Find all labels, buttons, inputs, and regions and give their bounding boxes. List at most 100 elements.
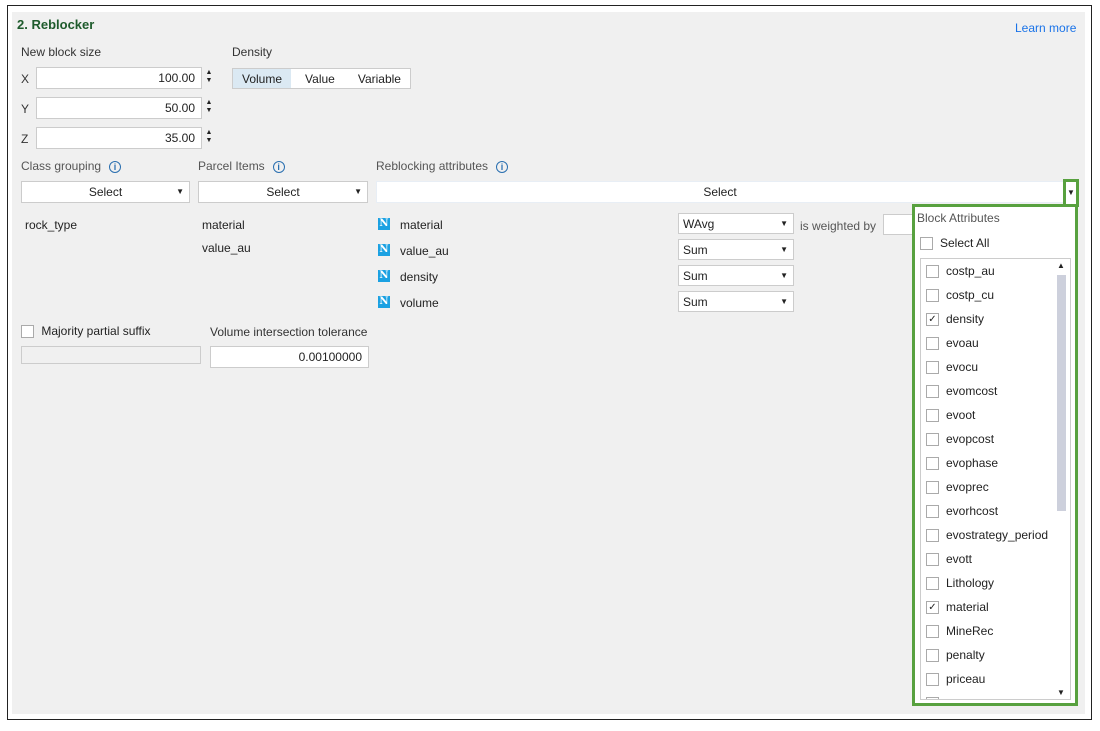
info-icon[interactable]: i: [496, 160, 509, 173]
attribute-option-label: material: [946, 600, 989, 614]
attribute-checkbox[interactable]: [926, 505, 939, 519]
attribute-option[interactable]: ✓ material: [921, 595, 1070, 619]
attribute-option-label: Lithology: [946, 576, 995, 590]
numeric-type-icon: N: [378, 296, 390, 308]
weighted-by-label: is weighted by: [800, 219, 877, 233]
attribute-option[interactable]: evoau: [921, 331, 1070, 355]
attribute-option[interactable]: costp_au: [921, 259, 1070, 283]
attribute-checkbox[interactable]: [926, 361, 939, 375]
scroll-up-icon[interactable]: ▲: [1057, 261, 1065, 270]
aggregation-select[interactable]: Sum ▼: [678, 239, 794, 260]
block-attributes-dropdown: Block Attributes Select All costp_au cost…: [912, 204, 1078, 706]
class-grouping-select[interactable]: Select ▼: [21, 181, 190, 203]
majority-label: Majority partial suffix: [41, 324, 151, 338]
attribute-checkbox[interactable]: ✓: [926, 313, 939, 327]
attribute-option[interactable]: evoot: [921, 403, 1070, 427]
attribute-option-label: evomcost: [946, 384, 998, 398]
x-label: X: [21, 72, 30, 86]
attribute-checkbox[interactable]: [926, 289, 939, 303]
attribute-checkbox[interactable]: [926, 457, 939, 471]
attribute-option-label: costp_cu: [946, 288, 995, 302]
reblocking-dropdown-button[interactable]: ▼: [1063, 179, 1079, 207]
class-grouping-heading: Class grouping i: [21, 159, 122, 173]
attribute-option-partial[interactable]: [921, 691, 1070, 699]
majority-checkbox[interactable]: [21, 325, 34, 339]
aggregation-select[interactable]: Sum ▼: [678, 291, 794, 312]
attribute-checkbox[interactable]: [926, 649, 939, 663]
attribute-name: material: [400, 218, 443, 232]
attribute-option-label: evocu: [946, 360, 979, 374]
learn-more-link[interactable]: Learn more: [1015, 21, 1076, 35]
attribute-checkbox[interactable]: [926, 385, 939, 399]
attribute-checkbox[interactable]: [926, 433, 939, 447]
attribute-option[interactable]: evocu: [921, 355, 1070, 379]
aggregation-select[interactable]: Sum ▼: [678, 265, 794, 286]
x-input[interactable]: 100.00: [36, 67, 202, 89]
attribute-option[interactable]: costp_cu: [921, 283, 1070, 307]
density-value[interactable]: Value: [291, 69, 349, 88]
attribute-name: density: [400, 270, 439, 284]
reblocking-select[interactable]: Select: [376, 181, 1064, 203]
attribute-checkbox[interactable]: [926, 409, 939, 423]
attribute-option[interactable]: evostrategy_period: [921, 523, 1070, 547]
tolerance-label: Volume intersection tolerance: [210, 325, 368, 339]
attribute-name: volume: [400, 296, 439, 310]
select-text: Select: [266, 185, 300, 199]
attribute-option[interactable]: ✓ density: [921, 307, 1070, 331]
attribute-option[interactable]: Lithology: [921, 571, 1070, 595]
attribute-option[interactable]: evoprec: [921, 475, 1070, 499]
attribute-option[interactable]: evomcost: [921, 379, 1070, 403]
attribute-option-label: evophase: [946, 456, 999, 470]
attribute-checkbox[interactable]: [926, 625, 939, 639]
scrollbar[interactable]: ▲ ▼: [1057, 259, 1067, 699]
scroll-down-icon[interactable]: ▼: [1057, 688, 1065, 697]
attribute-checkbox[interactable]: [926, 697, 939, 699]
attribute-checkbox[interactable]: [926, 577, 939, 591]
attribute-option-label: evott: [946, 552, 973, 566]
aggregation-select[interactable]: WAvg ▼: [678, 213, 794, 234]
attribute-checkbox[interactable]: ✓: [926, 601, 939, 615]
attribute-checkbox[interactable]: [926, 265, 939, 279]
attribute-option[interactable]: evorhcost: [921, 499, 1070, 523]
reblocking-heading: Reblocking attributes i: [376, 159, 509, 173]
attribute-option[interactable]: evopcost: [921, 427, 1070, 451]
majority-checkbox-row[interactable]: Majority partial suffix: [21, 324, 151, 339]
attribute-option-label: priceau: [946, 672, 986, 686]
attribute-checkbox[interactable]: [926, 673, 939, 687]
density-volume[interactable]: Volume: [233, 69, 292, 88]
z-spinner[interactable]: ▲ ▼: [204, 129, 214, 145]
x-spinner[interactable]: ▲ ▼: [204, 69, 214, 85]
attribute-option[interactable]: evophase: [921, 451, 1070, 475]
majority-suffix-input[interactable]: [21, 346, 201, 364]
attribute-list: costp_au costp_cu ✓ density evoau evocu evomco…: [920, 258, 1071, 700]
parcel-item: value_au: [202, 241, 251, 255]
info-icon[interactable]: i: [272, 160, 285, 173]
attribute-checkbox[interactable]: [926, 529, 939, 543]
attribute-checkbox[interactable]: [926, 553, 939, 567]
attribute-option[interactable]: penalty: [921, 643, 1070, 667]
attribute-option-label: evoau: [946, 336, 979, 350]
info-icon[interactable]: i: [109, 160, 122, 173]
weighted-by-select[interactable]: [883, 214, 915, 235]
density-variable[interactable]: Variable: [349, 69, 410, 88]
attribute-option[interactable]: evott: [921, 547, 1070, 571]
aggregation-value: Sum: [683, 243, 708, 257]
attribute-option-label: evoprec: [946, 480, 989, 494]
z-input[interactable]: 35.00: [36, 127, 202, 149]
tolerance-input[interactable]: 0.00100000: [210, 346, 369, 368]
aggregation-value: Sum: [683, 295, 708, 309]
scrollbar-thumb[interactable]: [1057, 275, 1066, 511]
density-label: Density: [232, 45, 273, 59]
attribute-checkbox[interactable]: [926, 481, 939, 495]
attribute-checkbox[interactable]: [926, 337, 939, 351]
y-spinner[interactable]: ▲ ▼: [204, 99, 214, 115]
reblocking-label: Reblocking attributes: [376, 159, 489, 173]
block-size-label: New block size: [21, 45, 102, 59]
select-all-checkbox[interactable]: [920, 237, 933, 251]
y-input[interactable]: 50.00: [36, 97, 202, 119]
attribute-option[interactable]: priceau: [921, 667, 1070, 691]
select-all-row[interactable]: Select All: [920, 236, 989, 251]
attribute-option[interactable]: MineRec: [921, 619, 1070, 643]
density-toggle: Volume Value Variable: [232, 68, 411, 89]
parcel-items-select[interactable]: Select ▼: [198, 181, 368, 203]
